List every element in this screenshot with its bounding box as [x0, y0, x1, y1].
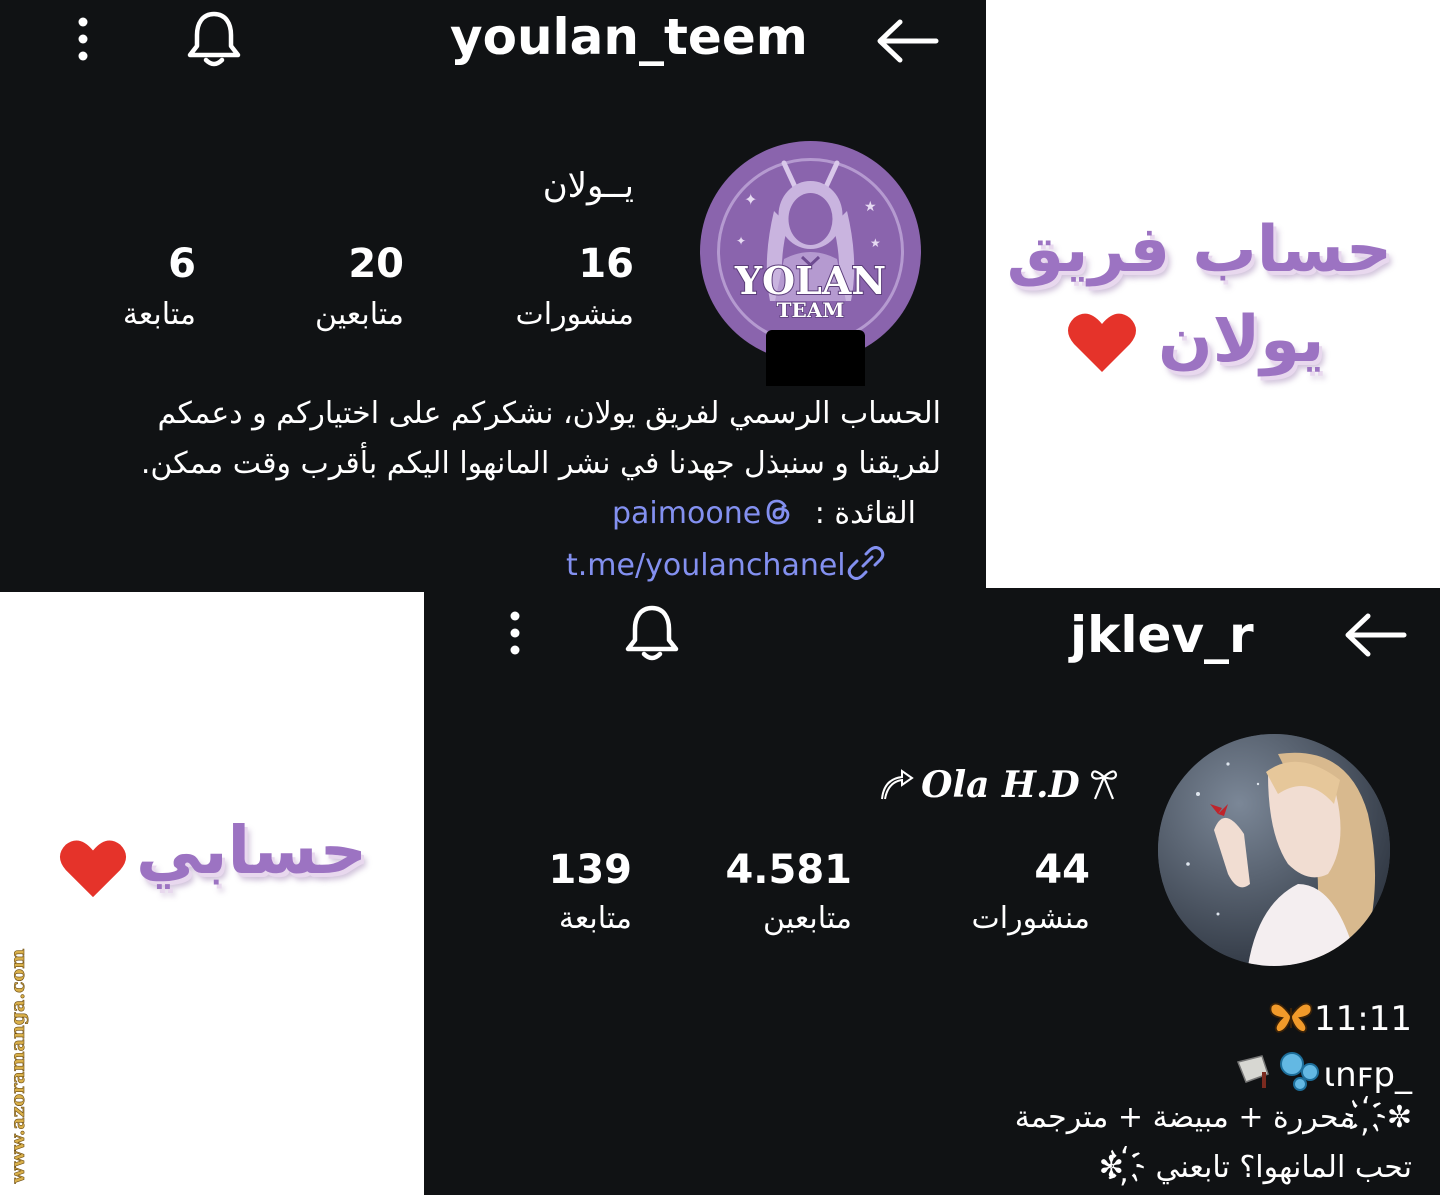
bell-icon — [187, 11, 241, 67]
more-options-button[interactable] — [66, 14, 100, 64]
stat-followers-label: متابعين — [763, 901, 852, 936]
bio-line-2: لفريقنا و سنبذل جهدنا في نشر المانهوا ال… — [140, 446, 941, 481]
watermark-text: www.azoramanga.com — [7, 948, 30, 1184]
stat-posts-label: منشورات — [515, 297, 634, 332]
back-arrow-icon — [877, 19, 939, 63]
threads-icon — [766, 499, 790, 525]
profile-username: youlan_teem — [450, 8, 808, 66]
caption-team-name: يولان — [1158, 303, 1325, 377]
profile-display-name: يــولان — [542, 166, 634, 206]
svg-text:★: ★ — [864, 199, 877, 215]
notifications-button[interactable] — [184, 8, 244, 70]
stat-posts[interactable]: 16 منشورات — [474, 244, 634, 330]
bell-icon — [625, 605, 679, 661]
leader-label: القائدة : — [814, 496, 916, 531]
bio-leader-row: paimoone القائدة : — [612, 496, 916, 532]
heart-icon — [59, 840, 127, 898]
bio-line-1: الحساب الرسمي لفريق يولان، نشكركم على اخ… — [157, 396, 941, 431]
back-button[interactable] — [874, 16, 942, 66]
personal-profile-screenshot: jklev_r Ola H.D 44 منشورات 4.581 متابعين… — [424, 588, 1440, 1195]
notifications-button[interactable] — [622, 602, 682, 664]
svg-text:✦: ✦ — [744, 190, 757, 209]
team-logo: ✦ ★ ★ ✦ YOLAN TEAM — [717, 158, 904, 345]
redacted-block — [766, 330, 865, 386]
site-watermark: www.azoramanga.com — [4, 944, 32, 1188]
profile-display-name: Ola H.D — [921, 764, 1080, 806]
bio-time-row: 11:11 — [1268, 998, 1412, 1039]
bio-type-row: ɩnꜰp_ — [1234, 1050, 1412, 1095]
profile-avatar[interactable]: ✦ ★ ★ ✦ YOLAN TEAM — [700, 141, 921, 362]
more-vertical-icon — [78, 17, 88, 61]
more-options-button[interactable] — [498, 608, 532, 658]
stat-followers-value: 4.581 — [725, 847, 852, 893]
stat-posts[interactable]: 44 منشورات — [910, 850, 1090, 934]
heart-icon — [1068, 313, 1136, 372]
stat-posts-value: 44 — [1034, 847, 1090, 893]
avatar-illustration — [1158, 734, 1390, 966]
profile-display-name-row: Ola H.D — [878, 764, 1119, 806]
stat-following-label: متابعة — [122, 297, 196, 332]
svg-text:★: ★ — [870, 236, 881, 250]
caption-my-account: حسابي — [136, 812, 368, 889]
link-icon — [847, 546, 884, 580]
stat-followers-label: متابعين — [315, 297, 404, 332]
logo-subtitle: TEAM — [777, 298, 845, 322]
stat-following[interactable]: 139 متابعة — [452, 847, 633, 936]
logo-title: YOLAN — [734, 258, 886, 303]
stat-followers[interactable]: 20 متابعين — [244, 244, 404, 330]
arrow-decoration-icon — [881, 769, 914, 800]
youlan-profile-screenshot: youlan_teem يــولان 16 منشورات 20 متابعي… — [0, 0, 986, 592]
svg-text:✦: ✦ — [736, 234, 746, 248]
stat-posts-label: منشورات — [971, 901, 1090, 936]
stat-followers-value: 20 — [348, 241, 404, 287]
bow-decoration-icon — [1090, 770, 1117, 800]
watering-can-icon — [1236, 1055, 1269, 1088]
telegram-link[interactable]: t.me/youlanchanel — [566, 548, 846, 583]
bio-time: 11:11 — [1314, 999, 1412, 1039]
caption-team-account: حساب فريق — [1006, 213, 1392, 287]
stat-following-label: متابعة — [558, 901, 632, 936]
bio-link-row[interactable]: t.me/youlanchanel — [566, 546, 886, 584]
butterfly-icon — [1269, 1002, 1313, 1033]
profile-username: jklev_r — [1070, 606, 1254, 664]
stat-posts-value: 16 — [578, 241, 634, 287]
stat-following-value: 6 — [168, 241, 196, 287]
stat-following[interactable]: 6 متابعة — [36, 244, 196, 330]
stat-followers[interactable]: 4.581 متابعين — [672, 850, 852, 934]
bio-roles: ✼ ҉ محررة + مبيضة + مترجمة — [1014, 1100, 1412, 1135]
leader-handle-link[interactable]: paimoone — [612, 496, 761, 531]
more-vertical-icon — [510, 611, 520, 655]
stat-following-value: 139 — [548, 847, 633, 893]
bio-type: ɩnꜰp_ — [1323, 1055, 1412, 1095]
bubbles-icon — [1279, 1052, 1319, 1091]
back-arrow-icon — [1345, 613, 1407, 657]
back-button[interactable] — [1342, 610, 1410, 660]
profile-avatar[interactable] — [1158, 734, 1390, 966]
bio-cta: تحب المانهوا؟ تابعني ҉ ✼ — [1098, 1150, 1412, 1185]
